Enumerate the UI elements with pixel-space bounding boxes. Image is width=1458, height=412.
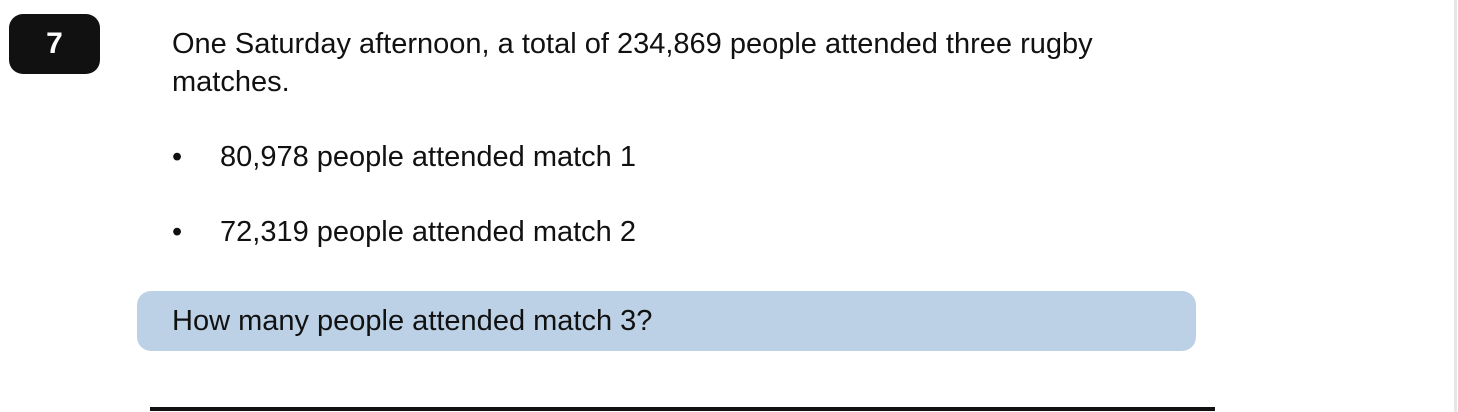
bullet-text: 80,978 people attended match 1 <box>220 141 636 173</box>
bullet-icon: • <box>172 141 183 173</box>
question-prompt: How many people attended match 3? <box>172 305 653 337</box>
question-intro: One Saturday afternoon, a total of 234,8… <box>172 28 1093 98</box>
answer-line <box>150 407 1215 411</box>
page-edge-divider <box>1454 0 1457 412</box>
question-number: 7 <box>46 27 63 60</box>
question-prompt-box: How many people attended match 3? <box>137 291 1196 351</box>
question-number-badge: 7 <box>9 14 100 74</box>
bullet-text: 72,319 people attended match 2 <box>220 216 636 248</box>
bullet-icon: • <box>172 216 183 248</box>
